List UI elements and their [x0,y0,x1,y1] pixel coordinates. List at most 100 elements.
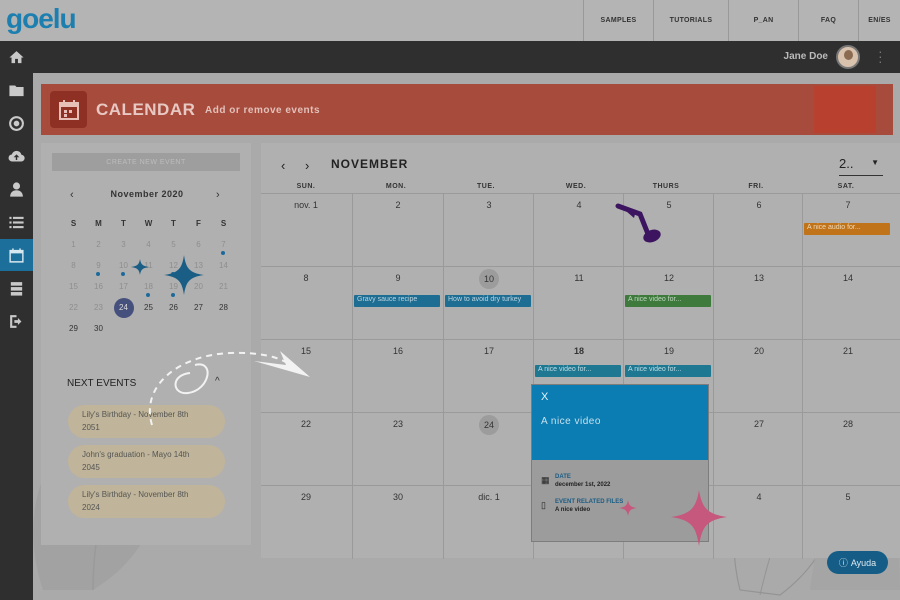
event-chip[interactable]: Gravy sauce recipe [354,295,440,307]
event-chip[interactable]: A nice video for... [625,295,711,307]
mini-day[interactable]: 2 [86,234,111,255]
logout-icon[interactable] [0,305,33,337]
day-cell[interactable]: 6 [713,194,803,267]
day-cell[interactable]: 15 [261,340,351,413]
mini-day[interactable]: 25 [136,297,161,318]
day-cell[interactable]: 5 [623,194,713,267]
day-cell[interactable]: 10 How to avoid dry turkey [443,267,533,340]
mini-day[interactable]: 6 [186,234,211,255]
mini-prev-month-button[interactable]: ‹ [70,189,74,201]
mini-day[interactable]: 10 [111,255,136,276]
mini-day[interactable]: 29 [61,318,86,339]
mini-next-month-button[interactable]: › [216,189,220,201]
mini-day[interactable]: 27 [186,297,211,318]
mini-day[interactable]: 13 [186,255,211,276]
mini-day[interactable]: 17 [111,276,136,297]
day-cell[interactable]: dic. 1 [443,486,533,559]
file-link[interactable]: A nice video [555,507,590,513]
day-cell[interactable]: 2 [352,194,442,267]
day-cell[interactable]: 13 [713,267,803,340]
mini-day[interactable]: 14 [211,255,236,276]
day-cell[interactable]: 27 [713,413,803,486]
day-cell[interactable]: 4 [713,486,803,559]
close-button[interactable]: X [541,391,548,403]
nav-faq[interactable]: FAQ [798,0,858,41]
mini-day[interactable]: 18 [136,276,161,297]
home-icon[interactable] [0,41,33,73]
create-event-button[interactable]: CREATE NEW EVENT [52,153,240,171]
language-switcher[interactable]: EN / ES [858,0,900,41]
day-cell[interactable]: 30 [352,486,442,559]
archive-icon[interactable] [0,272,33,304]
next-event-item[interactable]: Lily's Birthday - November 8th 2024 [68,485,225,518]
mini-day[interactable]: 8 [61,255,86,276]
target-icon[interactable] [0,107,33,139]
lang-es[interactable]: ES [881,17,891,24]
event-chip[interactable]: How to avoid dry turkey [445,295,531,307]
list-icon[interactable] [0,206,33,238]
day-cell[interactable]: 11 [533,267,623,340]
calendar-icon[interactable] [0,239,33,271]
event-chip[interactable]: A nice audio for... [804,223,890,235]
day-cell[interactable]: 3 [443,194,533,267]
day-cell[interactable]: 12 A nice video for... [623,267,713,340]
year-select[interactable]: 2.. ▼ [839,156,883,176]
day-cell[interactable]: 4 [533,194,623,267]
next-event-item[interactable]: Lily's Birthday - November 8th 2051 [68,405,225,438]
help-button[interactable]: ⓘ Ayuda [827,551,888,574]
mini-day[interactable]: 22 [61,297,86,318]
mini-day[interactable]: 5 [161,234,186,255]
day-cell[interactable]: 24 [443,413,533,486]
event-chip[interactable]: A nice video for... [535,365,621,377]
mini-day[interactable]: 9 [86,255,111,276]
mini-day[interactable]: 3 [111,234,136,255]
avatar[interactable] [836,45,860,69]
mini-day[interactable]: 21 [211,276,236,297]
day-cell[interactable]: 17 [443,340,533,413]
user-name[interactable]: Jane Doe [784,51,828,62]
collapse-caret-icon[interactable]: ^ [215,376,220,387]
day-cell[interactable]: 5 [802,486,892,559]
prev-month-button[interactable]: ‹ [281,158,285,173]
day-cell[interactable]: 28 [802,413,892,486]
day-number: 5 [666,200,672,210]
next-event-item[interactable]: John's graduation - Mayo 14th 2045 [68,445,225,478]
event-details-popup: X A nice video ▦ DATE december 1st, 2022… [531,384,709,542]
day-cell[interactable]: 9 Gravy sauce recipe [352,267,442,340]
lang-en[interactable]: EN [868,17,878,24]
day-cell[interactable]: 22 [261,413,351,486]
mini-day[interactable]: 1 [61,234,86,255]
more-options-icon[interactable]: · · · [878,44,884,68]
day-cell[interactable]: 29 [261,486,351,559]
nav-plan[interactable]: P_AN [728,0,798,41]
next-month-button[interactable]: › [305,158,309,173]
day-cell[interactable]: 16 [352,340,442,413]
day-cell[interactable]: 8 [261,267,351,340]
mini-day[interactable]: 23 [86,297,111,318]
folder-icon[interactable] [0,74,33,106]
mini-day[interactable]: 20 [186,276,211,297]
mini-day[interactable]: 7 [211,234,236,255]
mini-day[interactable]: 28 [211,297,236,318]
mini-day[interactable]: 30 [86,318,111,339]
mini-day[interactable]: 15 [61,276,86,297]
cloud-upload-icon[interactable] [0,140,33,172]
day-cell[interactable]: 23 [352,413,442,486]
day-cell[interactable]: 21 [802,340,892,413]
user-icon[interactable] [0,173,33,205]
mini-day[interactable]: 12 [161,255,186,276]
goelu-logo[interactable]: goelu [6,3,77,35]
mini-day[interactable]: 11 [136,255,161,276]
day-cell[interactable]: 7 A nice audio for... [802,194,892,267]
day-cell[interactable]: 14 [802,267,892,340]
nav-samples[interactable]: SAMPLES [583,0,653,41]
mini-day[interactable]: 26 [161,297,186,318]
day-cell[interactable]: 20 [713,340,803,413]
nav-tutorials[interactable]: TUTORIALS [653,0,728,41]
mini-day[interactable]: 4 [136,234,161,255]
mini-day-selected[interactable]: 24 [111,297,136,318]
mini-day[interactable]: 16 [86,276,111,297]
mini-day[interactable]: 19 [161,276,186,297]
day-cell[interactable]: nov. 1 [261,194,351,267]
event-chip[interactable]: A nice video for... [625,365,711,377]
